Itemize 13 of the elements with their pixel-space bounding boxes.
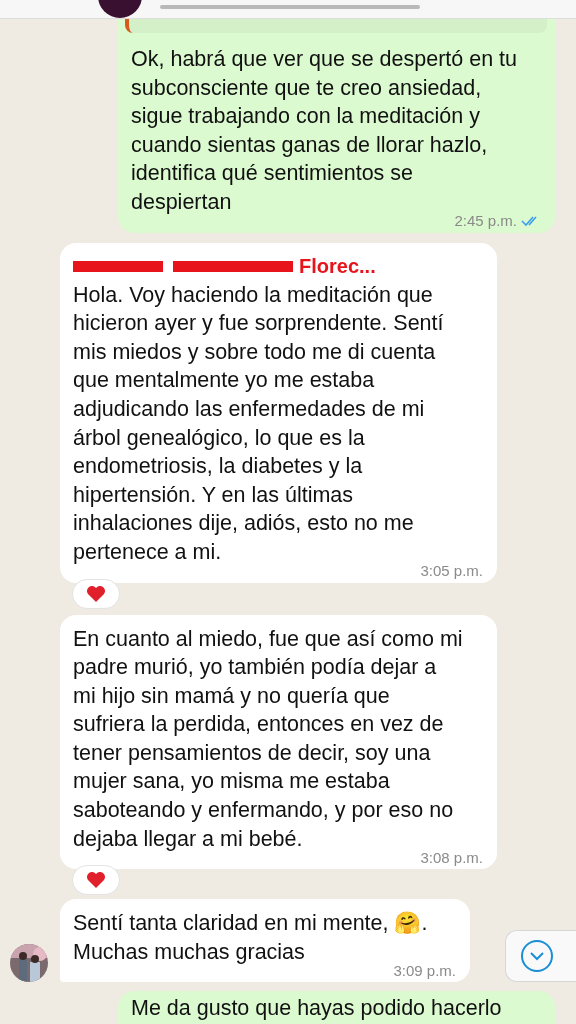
message-bubble[interactable]: Sentí tanta claridad en mi mente, 🤗. Muchas muchas gracias 3:09 p.m. <box>60 899 470 983</box>
message-bubble[interactable] <box>60 614 497 870</box>
heart-icon <box>86 584 106 603</box>
message-text: Me da gusto que hayas podido hacerlo <box>131 995 503 1023</box>
chevron-down-icon <box>520 939 554 974</box>
heart-icon <box>86 871 106 890</box>
message-bubble[interactable] <box>60 242 497 583</box>
reaction-pill[interactable] <box>72 578 120 609</box>
sender-name: Florec... <box>299 254 376 278</box>
message-bubble[interactable]: Me da gusto que hayas podido hacerlo <box>118 991 555 1024</box>
reaction-pill[interactable] <box>72 865 120 896</box>
scroll-down-button[interactable] <box>505 930 576 983</box>
message-bubble[interactable] <box>118 19 555 233</box>
